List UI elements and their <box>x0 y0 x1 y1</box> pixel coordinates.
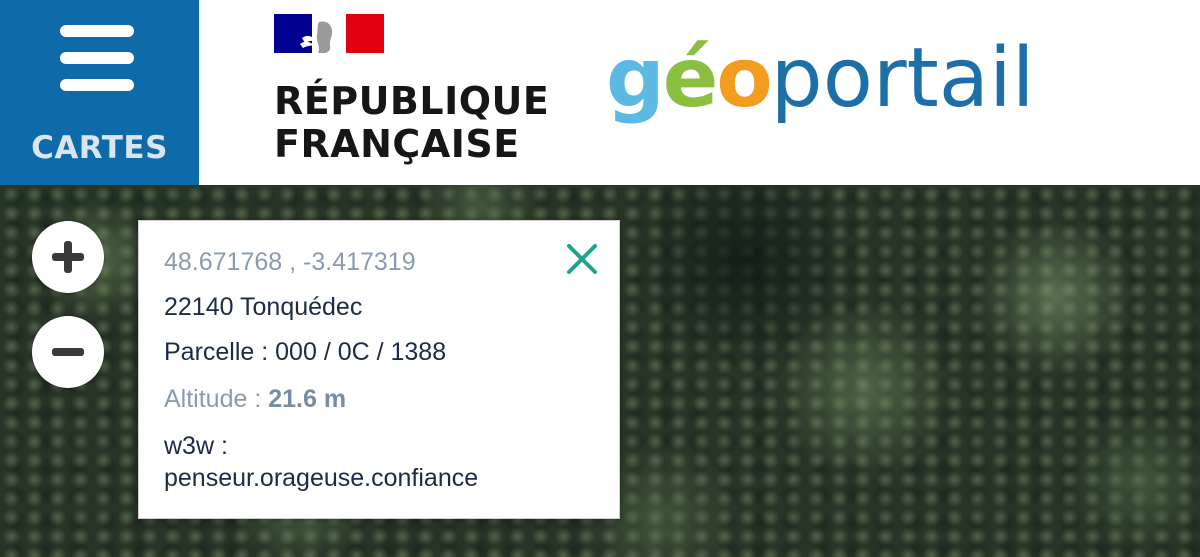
header: CARTES RÉPUBLIQUE FRANÇAISE géoportail <box>0 0 1200 185</box>
address: 22140 Tonquédec <box>164 293 363 321</box>
marianne-logo <box>274 14 384 53</box>
menu-label: CARTES <box>31 130 168 166</box>
plus-icon <box>52 241 84 273</box>
altitude: Altitude : 21.6 m <box>164 384 346 414</box>
zoom-out-button[interactable] <box>32 316 104 388</box>
altitude-value: 21.6 m <box>268 385 347 413</box>
altitude-label: Altitude : <box>164 385 269 413</box>
zoom-in-button[interactable] <box>32 221 104 293</box>
menu-button[interactable]: CARTES <box>0 0 199 185</box>
minus-icon <box>52 348 84 356</box>
w3w-address[interactable]: penseur.orageuse.confiance <box>164 463 478 493</box>
hamburger-icon <box>60 25 134 91</box>
satellite-map[interactable]: 48.671768 , -3.417319 22140 Tonquédec Pa… <box>0 185 1200 557</box>
parcel-reference: Parcelle : 000 / 0C / 1388 <box>164 338 447 366</box>
close-popup-button[interactable] <box>564 241 600 277</box>
location-info-popup: 48.671768 , -3.417319 22140 Tonquédec Pa… <box>138 220 620 519</box>
republique-francaise-text: RÉPUBLIQUE FRANÇAISE <box>274 79 550 166</box>
close-icon <box>567 244 597 274</box>
w3w-label: w3w : <box>164 432 228 460</box>
geoportail-logo[interactable]: géoportail <box>606 34 1035 124</box>
coordinates[interactable]: 48.671768 , -3.417319 <box>164 247 416 277</box>
republique-francaise-logo[interactable]: RÉPUBLIQUE FRANÇAISE <box>274 14 549 166</box>
